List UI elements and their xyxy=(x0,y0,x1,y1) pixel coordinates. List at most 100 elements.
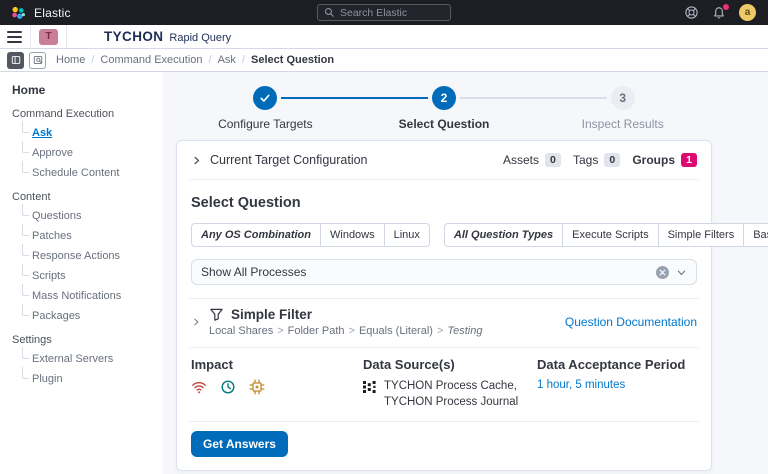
breadcrumb-separator: / xyxy=(91,54,95,66)
wizard-stepper: Configure Targets 2 Select Question 3 In… xyxy=(176,86,712,131)
step-inspect-results[interactable]: 3 Inspect Results xyxy=(533,86,712,131)
groups-count-badge: 1 xyxy=(681,153,697,167)
cpu-icon xyxy=(249,379,265,395)
brand-name: Elastic xyxy=(34,5,71,20)
path-separator: > xyxy=(277,325,284,337)
question-type-filter-group: All Question Types Execute Scripts Simpl… xyxy=(443,223,768,247)
step-configure-targets[interactable]: Configure Targets xyxy=(176,86,428,131)
assets-label: Assets xyxy=(502,153,539,167)
notification-dot xyxy=(723,3,729,10)
question-documentation-link[interactable]: Question Documentation xyxy=(565,315,697,329)
groups-counter: Groups 1 xyxy=(632,153,697,167)
breadcrumb: Home / Command Execution / Ask / Select … xyxy=(56,54,334,66)
breadcrumb-bar: Home / Command Execution / Ask / Select … xyxy=(0,49,768,72)
current-target-configuration-accordion[interactable]: Current Target Configuration Assets 0 Ta… xyxy=(177,141,711,179)
filter-windows[interactable]: Windows xyxy=(320,223,385,247)
menu-hamburger-icon[interactable] xyxy=(7,30,22,43)
chevron-right-icon xyxy=(191,155,202,166)
question-filters: Any OS Combination Windows Linux All Que… xyxy=(191,223,768,247)
sidebar-item-approve[interactable]: Approve xyxy=(20,141,157,163)
app-subtitle: Rapid Query xyxy=(169,32,232,44)
divider xyxy=(30,25,31,48)
path-segment: Local Shares xyxy=(209,325,274,337)
sidebar-item-patches[interactable]: Patches xyxy=(20,224,157,246)
question-select-value: Show All Processes xyxy=(201,265,307,279)
elastic-logo-icon[interactable] xyxy=(10,5,26,21)
nav-inspect-icon[interactable] xyxy=(29,51,46,69)
path-separator: > xyxy=(436,325,444,337)
global-search[interactable] xyxy=(317,4,451,21)
breadcrumb-command-execution[interactable]: Command Execution xyxy=(100,54,202,66)
path-segment: Folder Path xyxy=(287,325,345,337)
data-sources-heading: Data Source(s) xyxy=(363,357,455,372)
sidebar-item-questions[interactable]: Questions xyxy=(20,204,157,226)
sidebar-item-plugin[interactable]: Plugin xyxy=(20,367,157,389)
target-configuration-title: Current Target Configuration xyxy=(210,153,368,167)
breadcrumb-current-page: Select Question xyxy=(250,54,335,66)
tags-counter: Tags 0 xyxy=(572,153,621,167)
side-navigation: Home Command Execution Ask Approve Sched… xyxy=(0,72,163,474)
question-details: Impact Data Source(s) TYCHON Process Cac… xyxy=(177,348,711,421)
filter-execute-scripts[interactable]: Execute Scripts xyxy=(562,223,659,247)
os-filter-group: Any OS Combination Windows Linux xyxy=(191,223,430,247)
filter-path: Local Shares > Folder Path > Equals (Literal… xyxy=(209,325,482,337)
search-icon xyxy=(324,7,335,18)
breadcrumb-ask[interactable]: Ask xyxy=(218,54,236,66)
wifi-icon xyxy=(191,379,207,395)
section-heading: Select Question xyxy=(191,195,301,211)
global-header: Elastic a xyxy=(0,0,768,25)
sidebar-item-response-actions[interactable]: Response Actions xyxy=(20,244,157,266)
sidebar-section-command-execution: Command Execution xyxy=(12,108,115,120)
filter-basic-tasks[interactable]: Basic Tasks xyxy=(743,223,768,247)
tags-count-badge: 0 xyxy=(604,153,621,167)
chevron-down-icon[interactable] xyxy=(676,267,687,278)
step-select-question[interactable]: 2 Select Question xyxy=(355,86,607,131)
data-sources-value: TYCHON Process Cache, TYCHON Process Jou… xyxy=(384,380,519,408)
sidebar-item-external-servers[interactable]: External Servers xyxy=(20,347,157,369)
process-grid-icon xyxy=(363,380,377,410)
space-badge[interactable]: T xyxy=(39,28,58,45)
tags-label: Tags xyxy=(572,153,599,167)
filter-all-question-types[interactable]: All Question Types xyxy=(443,223,564,247)
path-separator: > xyxy=(348,325,355,337)
sidebar-item-mass-notifications[interactable]: Mass Notifications xyxy=(20,284,157,306)
filter-simple-filters[interactable]: Simple Filters xyxy=(657,223,745,247)
clock-icon xyxy=(220,379,236,395)
step-label: Configure Targets xyxy=(218,117,313,131)
clear-selection-icon[interactable] xyxy=(656,265,669,279)
data-acceptance-heading: Data Acceptance Period xyxy=(537,357,686,372)
path-value: Testing xyxy=(447,325,483,337)
simple-filter-section: Simple Filter Local Shares > Folder Path > E… xyxy=(177,299,711,347)
step-label: Select Question xyxy=(398,117,490,131)
path-segment: Equals (Literal) xyxy=(358,325,433,337)
sidebar-item-home[interactable]: Home xyxy=(12,83,157,97)
funnel-filter-icon xyxy=(209,307,224,322)
data-acceptance-value: 1 hour, 5 minutes xyxy=(537,379,626,391)
sidebar-item-schedule-content[interactable]: Schedule Content xyxy=(20,161,157,183)
user-avatar[interactable]: a xyxy=(739,4,756,21)
sidebar-item-packages[interactable]: Packages xyxy=(20,304,157,326)
sidebar-item-scripts[interactable]: Scripts xyxy=(20,264,157,286)
notifications-bell-icon[interactable] xyxy=(712,3,729,20)
filter-linux[interactable]: Linux xyxy=(383,223,430,247)
step-label: Inspect Results xyxy=(581,117,664,131)
app-logo: TYCHON Rapid Query xyxy=(104,29,231,44)
divider xyxy=(66,25,67,48)
question-select-dropdown[interactable]: Show All Processes xyxy=(191,259,697,285)
step-check-icon xyxy=(253,86,278,110)
chevron-right-icon[interactable] xyxy=(191,317,201,327)
step-number: 3 xyxy=(610,86,635,110)
assets-count-badge: 0 xyxy=(544,153,561,167)
get-answers-button[interactable]: Get Answers xyxy=(191,431,288,458)
impact-heading: Impact xyxy=(191,357,233,372)
search-input[interactable] xyxy=(340,6,444,19)
filter-title: Simple Filter xyxy=(231,307,313,322)
nav-dock-icon[interactable] xyxy=(7,51,24,69)
breadcrumb-home[interactable]: Home xyxy=(56,54,85,66)
sidebar-section-settings: Settings xyxy=(12,334,52,346)
sidebar-item-ask[interactable]: Ask xyxy=(20,121,157,143)
page-content: Configure Targets 2 Select Question 3 In… xyxy=(163,72,768,474)
filter-any-os-combination[interactable]: Any OS Combination xyxy=(191,223,321,247)
target-counters: Assets 0 Tags 0 Groups 1 xyxy=(503,153,697,167)
help-icon[interactable] xyxy=(684,5,699,20)
